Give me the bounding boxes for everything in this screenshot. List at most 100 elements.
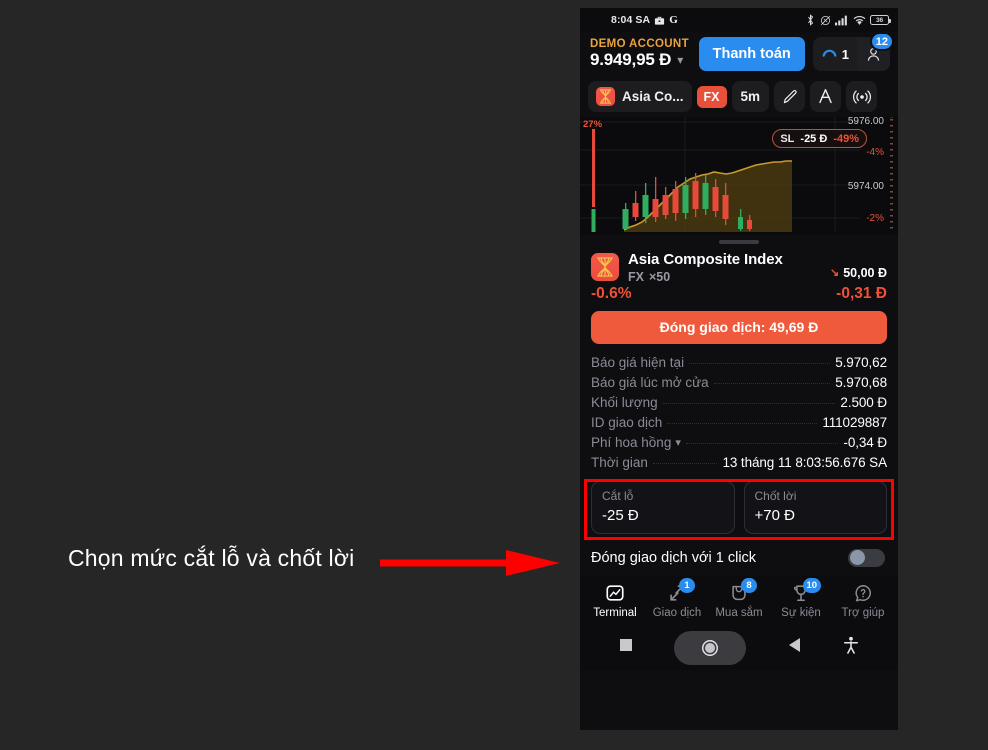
tab-label: Trợ giúp [841,606,885,619]
one-click-close-row[interactable]: Đóng giao dịch với 1 click [580,539,898,576]
detail-value: -0,34 Đ [843,435,887,450]
direction-down-icon: ↘ [830,267,840,279]
tab-label: Sự kiện [781,606,821,619]
tab-label: Mua sắm [715,606,763,619]
pay-button[interactable]: Thanh toán [698,37,805,71]
stop-loss-value: -25 Đ [602,506,639,524]
back-triangle-icon[interactable] [788,637,802,658]
position-card: Asia Composite Index FX ×50 ↘ 50,00 Đ -0.… [580,246,898,344]
trade-icon: 1 [667,577,695,604]
detail-label: Khối lượng [591,395,658,410]
chart-toolbar: Asia Co... FX 5m [580,78,898,117]
trophy-icon: 10 [791,577,821,604]
leader-dots [689,363,831,364]
battery-level: 36 [876,16,883,24]
briefcase-icon [654,15,665,26]
chart-pct-label-1: -4% [866,147,884,158]
chevron-down-icon[interactable]: ▾ [677,54,683,66]
symbol-name: Asia Co... [622,89,684,104]
drag-handle-bar [719,240,759,244]
symbol-icon [596,87,615,106]
account-balance: 9.949,95 Đ [590,50,672,69]
account-info[interactable]: DEMO ACCOUNT 9.949,95 Đ ▾ [590,38,689,70]
tab-trade[interactable]: 1 Giao dịch [646,577,708,619]
pencil-icon[interactable] [774,81,806,112]
stop-loss-chart-tag[interactable]: SL -25 Đ -49% [772,129,867,148]
chevron-down-icon[interactable]: ▾ [675,436,681,449]
stop-loss-label: Cắt lỗ [602,488,634,503]
table-row-commission[interactable]: Phí hoa hồng ▾ -0,34 Đ [591,433,887,453]
home-circle-icon[interactable] [674,630,747,665]
risk-settings-section: Cắt lỗ -25 Đ Chốt lời +70 Đ [580,476,898,540]
bottom-tab-bar: Terminal 1 Giao dịch 8 Mua sắm 10 Sự kiệ… [580,575,898,626]
shop-icon: 8 [729,577,757,604]
account-header: DEMO ACCOUNT 9.949,95 Đ ▾ Thanh toán 1 1… [580,32,898,78]
detail-value: 5.970,68 [835,375,887,390]
terminal-icon [605,582,625,604]
detail-label: ID giao dịch [591,415,663,430]
phone-frame: 8:04 SA G 36 DEMO ACCOUNT 9.949,95 Đ ▾ T… [580,8,898,730]
tab-shop[interactable]: 8 Mua sắm [708,577,770,619]
recents-square-icon[interactable] [619,638,633,657]
take-profit-label: Chốt lời [754,488,797,503]
mute-icon [820,15,831,26]
indicators-icon[interactable] [810,81,842,112]
tab-badge: 10 [803,577,821,593]
trade-details-list: Báo giá hiện tại 5.970,62 Báo giá lúc mở… [580,343,898,477]
messages-button[interactable]: 1 [813,37,857,71]
annotation-text: Chọn mức cắt lỗ và chốt lời [68,545,355,571]
google-icon: G [669,14,678,26]
detail-label: Thời gian [591,455,648,470]
signal-icon [835,15,848,26]
tab-terminal[interactable]: Terminal [584,582,646,619]
position-volume: 50,00 Đ [843,265,887,280]
position-title: Asia Composite Index [628,250,783,268]
position-symbol-icon [591,252,619,281]
detail-label: Báo giá lúc mở cửa [591,375,709,390]
close-trade-button[interactable]: Đóng giao dịch: 49,69 Đ [591,310,887,344]
leader-dots [667,423,818,424]
detail-value: 2.500 Đ [840,395,887,410]
status-time: 8:04 SA [611,14,651,26]
tab-events[interactable]: 10 Sự kiện [770,577,832,619]
sl-tag-value: -25 Đ [800,132,828,145]
position-market: FX [628,269,644,284]
table-row: Thời gian 13 tháng 11 8:03:56.676 SA [591,453,887,473]
chart-pct-label-2: -2% [866,213,884,224]
android-nav-bar [580,625,898,670]
symbol-selector[interactable]: Asia Co... [588,81,692,112]
market-tag[interactable]: FX [696,85,727,108]
broadcast-icon[interactable] [846,81,878,112]
status-bar: 8:04 SA G 36 [580,8,898,32]
accessibility-icon[interactable] [843,636,859,659]
position-profit-loss: -0,31 Đ [836,284,887,302]
timeframe-button[interactable]: 5m [731,81,770,112]
annotation-arrow-icon [380,550,560,576]
screenshot-root: Chọn mức cắt lỗ và chốt lời 8:04 SA G 36… [0,0,988,750]
battery-icon: 36 [870,14,891,26]
tab-label: Terminal [593,606,637,619]
leader-dots [652,463,718,464]
panel-drag-handle[interactable] [580,235,898,247]
chart-left-pct-label: 27% [583,119,603,130]
account-type-label: DEMO ACCOUNT [590,38,689,50]
tab-label: Giao dịch [652,606,702,619]
bluetooth-icon [806,14,815,26]
chat-icon [822,49,837,57]
chart-price-mid: 5974.00 [847,181,884,192]
profile-badge: 12 [869,32,894,51]
stop-loss-field[interactable]: Cắt lỗ -25 Đ [591,480,735,534]
tab-help[interactable]: Trợ giúp [832,582,894,619]
detail-value: 13 tháng 11 8:03:56.676 SA [722,455,887,470]
detail-label: Báo giá hiện tại [591,355,685,370]
price-chart[interactable]: 27% 5976.00 -4% 5974.00 -2% SL -25 Đ -49… [580,117,898,235]
chart-price-top: 5976.00 [847,117,884,127]
tab-badge: 1 [679,577,695,593]
one-click-toggle[interactable] [848,548,885,567]
one-click-label: Đóng giao dịch với 1 click [591,549,757,566]
wifi-icon [853,15,866,26]
tab-badge: 8 [741,577,757,593]
position-leverage: ×50 [648,269,671,284]
table-row: Báo giá hiện tại 5.970,62 [591,353,887,373]
take-profit-field[interactable]: Chốt lời +70 Đ [743,480,887,534]
